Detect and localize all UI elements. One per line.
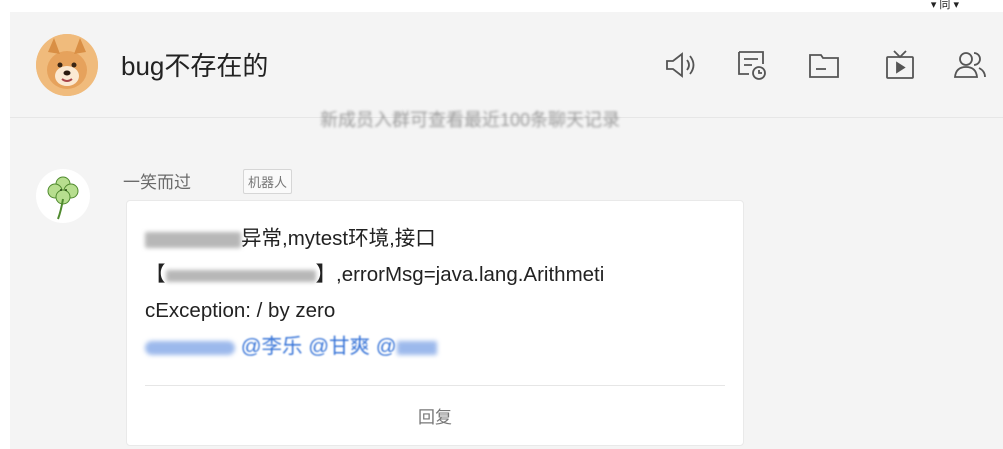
message-text-part2: ,errorMsg=java.lang.Arithmeti — [336, 263, 605, 286]
redacted-text — [145, 231, 241, 248]
members-icon[interactable] — [953, 48, 987, 82]
mentions-line: @李乐 @甘爽 @ — [145, 329, 735, 365]
chat-title: bug不存在的 — [121, 51, 269, 81]
top-corner-glyph: ▾ 同 ▾ — [930, 0, 959, 11]
mention[interactable]: @ — [376, 335, 397, 358]
robot-badge: 机器人 — [243, 169, 293, 194]
message-body: 异常,mytest环境,接口 【 】,errorMsg=java.lang.Ari… — [145, 221, 735, 365]
redacted-mention — [396, 340, 437, 355]
chat-header: bug不存在的 — [10, 12, 1003, 118]
redacted-mention — [145, 340, 235, 355]
bracket-open: 【 — [145, 263, 166, 286]
announcement-icon[interactable] — [663, 48, 697, 82]
dog-avatar-icon — [36, 34, 98, 96]
redacted-text — [165, 269, 316, 282]
message-line-2: 【 】,errorMsg=java.lang.Arithmeti — [145, 257, 735, 293]
live-icon[interactable] — [883, 48, 917, 82]
files-icon[interactable] — [807, 48, 841, 82]
message-line-3: cException: / by zero — [145, 299, 336, 322]
history-notice: 新成员入群可查看最近100条聊天记录 — [320, 110, 621, 130]
message-text-part1: 异常,mytest环境,接口 — [241, 227, 436, 250]
bracket-close: 】 — [315, 263, 337, 286]
chat-history-icon[interactable] — [735, 48, 769, 82]
message-line-1: 异常,mytest环境,接口 — [145, 221, 735, 257]
message-bubble: 异常,mytest环境,接口 【 】,errorMsg=java.lang.Ari… — [126, 200, 744, 446]
clover-icon — [47, 176, 79, 220]
mention[interactable]: @李乐 — [241, 335, 303, 358]
reply-button[interactable]: 回复 — [127, 403, 743, 428]
sender-name: 一笑而过 — [123, 173, 191, 192]
reply-divider — [145, 385, 725, 386]
group-avatar[interactable] — [36, 34, 98, 96]
sender-avatar[interactable] — [36, 169, 90, 223]
mention[interactable]: @甘爽 — [308, 335, 370, 358]
window-top-strip: ▾ 同 ▾ — [0, 0, 1003, 12]
